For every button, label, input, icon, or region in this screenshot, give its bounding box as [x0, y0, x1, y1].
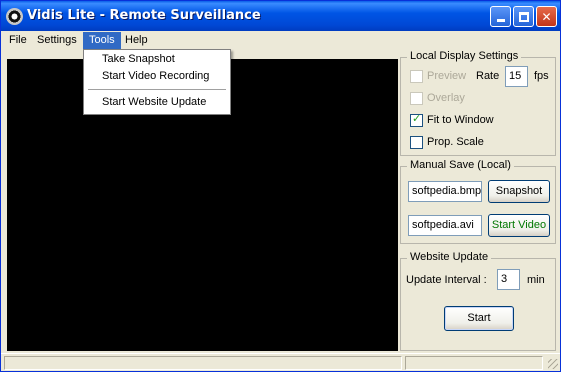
- rate-input[interactable]: 15: [505, 66, 528, 87]
- prop-scale-label: Prop. Scale: [427, 136, 484, 148]
- menu-start-video-recording[interactable]: Start Video Recording: [102, 70, 209, 82]
- title-bar[interactable]: Vidis Lite - Remote Surveillance ✕: [1, 1, 560, 31]
- menu-settings[interactable]: Settings: [31, 32, 83, 49]
- menu-start-website-update[interactable]: Start Website Update: [102, 96, 206, 108]
- maximize-button[interactable]: [513, 6, 534, 27]
- close-button[interactable]: ✕: [536, 6, 557, 27]
- status-pane-main: [4, 356, 402, 370]
- start-video-button[interactable]: Start Video: [488, 214, 550, 237]
- snapshot-button[interactable]: Snapshot: [488, 180, 550, 203]
- menu-take-snapshot[interactable]: Take Snapshot: [102, 53, 175, 65]
- fit-to-window-label: Fit to Window: [427, 114, 494, 126]
- eye-icon[interactable]: [6, 8, 23, 25]
- snapshot-filename-input[interactable]: softpedia.bmp: [408, 181, 482, 202]
- maximize-icon: [518, 11, 529, 22]
- rate-label: Rate: [476, 70, 500, 82]
- menu-file[interactable]: File: [3, 32, 33, 49]
- manual-save-group: Manual Save (Local) softpedia.bmp Snapsh…: [400, 159, 556, 244]
- fit-to-window-checkbox[interactable]: ✓: [410, 113, 423, 127]
- resize-grip[interactable]: [548, 359, 558, 369]
- video-filename-input[interactable]: softpedia.avi: [408, 215, 482, 236]
- main-window: Vidis Lite - Remote Surveillance ✕ File …: [0, 0, 561, 372]
- overlay-label: Overlay: [427, 92, 465, 104]
- preview-label: Preview: [427, 70, 467, 82]
- website-update-legend: Website Update: [407, 251, 492, 263]
- window-title: Vidis Lite - Remote Surveillance: [27, 8, 261, 23]
- fps-label: fps: [534, 70, 549, 82]
- menu-bar: File Settings Tools Help: [1, 31, 560, 49]
- close-icon: ✕: [541, 9, 552, 24]
- minimize-button[interactable]: [490, 6, 511, 27]
- prop-scale-checkbox[interactable]: [410, 136, 423, 149]
- local-display-legend: Local Display Settings: [407, 50, 522, 62]
- menu-separator: [88, 89, 226, 90]
- manual-save-legend: Manual Save (Local): [407, 159, 514, 171]
- update-interval-input[interactable]: 3: [497, 269, 520, 290]
- local-display-group: Local Display Settings Preview Rate 15 f…: [400, 50, 556, 156]
- update-interval-label: Update Interval :: [406, 274, 487, 286]
- menu-help[interactable]: Help: [119, 32, 154, 49]
- status-pane-secondary: [405, 356, 543, 370]
- interval-unit-label: min: [527, 274, 545, 286]
- minimize-icon: [496, 19, 505, 22]
- checkmark-icon: ✓: [412, 113, 422, 125]
- menu-tools[interactable]: Tools: [83, 32, 121, 49]
- preview-checkbox[interactable]: [410, 70, 423, 83]
- status-bar: [1, 353, 560, 371]
- start-update-button[interactable]: Start: [444, 306, 514, 331]
- overlay-checkbox[interactable]: [410, 92, 423, 105]
- tools-menu-dropdown: Take Snapshot Start Video Recording Star…: [83, 49, 231, 115]
- website-update-group: Website Update Update Interval : 3 min S…: [400, 251, 556, 351]
